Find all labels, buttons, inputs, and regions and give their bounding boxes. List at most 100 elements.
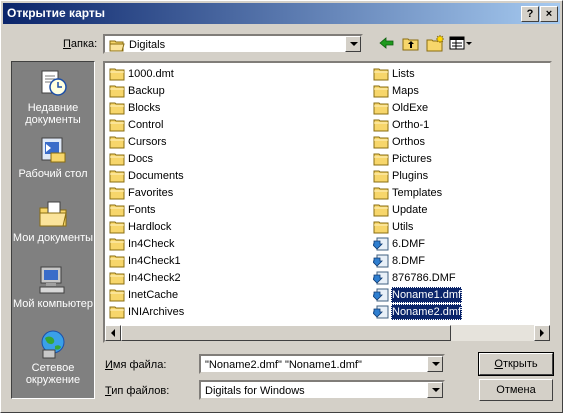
item-name: Pictures xyxy=(392,153,432,165)
file-name-label: Имя файла: xyxy=(105,359,167,371)
place-network[interactable]: Сетевое окружение xyxy=(12,328,94,386)
look-in-dropdown-button[interactable] xyxy=(345,36,361,52)
back-icon[interactable] xyxy=(377,34,397,52)
folder-icon xyxy=(109,119,125,132)
item-name: 876786.DMF xyxy=(392,272,456,284)
folder-icon xyxy=(373,136,389,149)
folder-icon xyxy=(373,85,389,98)
item-name: Favorites xyxy=(128,187,174,199)
item-name: Noname2.dmf xyxy=(391,304,463,320)
place-recent[interactable]: Недавние документы xyxy=(12,68,94,126)
folder-icon xyxy=(373,102,389,115)
item-name: Blocks xyxy=(128,102,161,114)
file-type-dropdown-button[interactable] xyxy=(427,382,443,398)
item-name: Documents xyxy=(128,170,184,182)
dmf-file-icon xyxy=(373,288,389,302)
dmf-file-icon xyxy=(373,271,389,285)
folder-icon xyxy=(373,170,389,183)
folder-icon xyxy=(109,68,125,81)
item-name: In4Check1 xyxy=(128,255,181,267)
item-name: Control xyxy=(128,119,164,131)
folder-icon xyxy=(109,153,125,166)
cancel-button[interactable]: Отмена xyxy=(479,379,553,401)
dialog-title: Открытие карты xyxy=(7,6,106,20)
look-in-value: Digitals xyxy=(129,39,166,51)
up-folder-icon[interactable] xyxy=(401,34,421,52)
scroll-left-button[interactable] xyxy=(105,325,121,341)
place-desktop-label: Рабочий стол xyxy=(18,168,88,180)
folder-icon xyxy=(373,153,389,166)
new-folder-icon[interactable] xyxy=(425,34,445,52)
file-type-combo[interactable]: Digitals for Windows xyxy=(199,380,445,400)
dmf-file-icon xyxy=(373,254,389,268)
item-name: Noname1.dmf xyxy=(391,287,463,303)
my-documents-icon xyxy=(39,201,67,227)
my-computer-icon xyxy=(39,266,65,294)
folder-icon xyxy=(373,221,389,234)
folder-icon xyxy=(109,272,125,285)
look-in-combo[interactable]: Digitals xyxy=(103,34,363,54)
folder-icon xyxy=(109,255,125,268)
look-in-label: Папка: xyxy=(63,38,98,50)
item-name: Update xyxy=(392,204,428,216)
view-menu-icon[interactable] xyxy=(449,34,473,52)
folder-icon xyxy=(109,102,125,115)
item-name: 1000.dmt xyxy=(128,68,174,80)
item-name: Docs xyxy=(128,153,154,165)
folder-icon xyxy=(373,204,389,217)
item-name: INIArchives xyxy=(128,306,185,318)
place-recent-label: Недавние документы xyxy=(25,102,81,126)
item-name: Fonts xyxy=(128,204,156,216)
file-name-value: "Noname2.dmf" "Noname1.dmf" xyxy=(205,359,362,371)
item-name: Utils xyxy=(392,221,414,233)
folder-icon xyxy=(109,204,125,217)
help-button[interactable]: ? xyxy=(521,6,539,22)
place-my-documents[interactable]: Мои документы xyxy=(12,198,94,244)
item-name: Templates xyxy=(392,187,443,199)
item-name: Lists xyxy=(392,68,415,80)
places-bar: Недавние документы Рабочий стол Мои доку… xyxy=(11,61,95,399)
folder-icon xyxy=(109,136,125,149)
item-name: 6.DMF xyxy=(392,238,425,250)
arrow-left-icon xyxy=(111,329,115,337)
title-bar[interactable]: Открытие карты ? × xyxy=(3,3,560,24)
place-my-documents-label: Мои документы xyxy=(12,232,94,244)
folder-icon xyxy=(109,221,125,234)
folder-icon xyxy=(373,187,389,200)
place-desktop[interactable]: Рабочий стол xyxy=(12,134,94,180)
item-name: Hardlock xyxy=(128,221,172,233)
file-type-value: Digitals for Windows xyxy=(205,385,305,397)
dmf-file-icon xyxy=(373,237,389,251)
folder-icon xyxy=(109,306,125,319)
item-name: Cursors xyxy=(128,136,167,148)
file-type-label: Тип файлов: xyxy=(105,385,170,397)
recent-documents-icon xyxy=(41,70,67,96)
place-my-computer[interactable]: Мой компьютер xyxy=(12,264,94,310)
item-name: In4Check2 xyxy=(128,272,181,284)
place-network-label: Сетевое окружение xyxy=(25,362,81,386)
item-name: InetCache xyxy=(128,289,179,301)
item-name: Backup xyxy=(128,85,165,97)
open-button[interactable]: Открыть xyxy=(478,352,554,376)
horizontal-scrollbar[interactable] xyxy=(105,325,550,341)
folder-icon xyxy=(109,238,125,251)
item-name: OldExe xyxy=(392,102,429,114)
close-button[interactable]: × xyxy=(540,6,558,22)
file-name-dropdown-button[interactable] xyxy=(427,356,443,372)
desktop-icon xyxy=(41,137,66,163)
file-name-combo[interactable]: "Noname2.dmf" "Noname1.dmf" xyxy=(199,354,445,374)
scroll-thumb[interactable] xyxy=(121,325,451,341)
file-list[interactable]: 1000.dmt Backup Blocks Control Cursors Docs Do… xyxy=(103,61,552,343)
item-name: 8.DMF xyxy=(392,255,425,267)
folder-icon xyxy=(109,85,125,98)
item-name: Maps xyxy=(392,85,419,97)
folder-icon xyxy=(109,187,125,200)
folder-open-icon xyxy=(109,40,125,52)
folder-icon xyxy=(109,170,125,183)
item-name: In4Check xyxy=(128,238,175,250)
folder-icon xyxy=(373,119,389,132)
item-name: Orthos xyxy=(392,136,426,148)
folder-icon xyxy=(373,68,389,81)
open-map-dialog: Открытие карты ? × Папка: Digitals Недав… xyxy=(0,0,563,413)
scroll-right-button[interactable] xyxy=(534,325,550,341)
